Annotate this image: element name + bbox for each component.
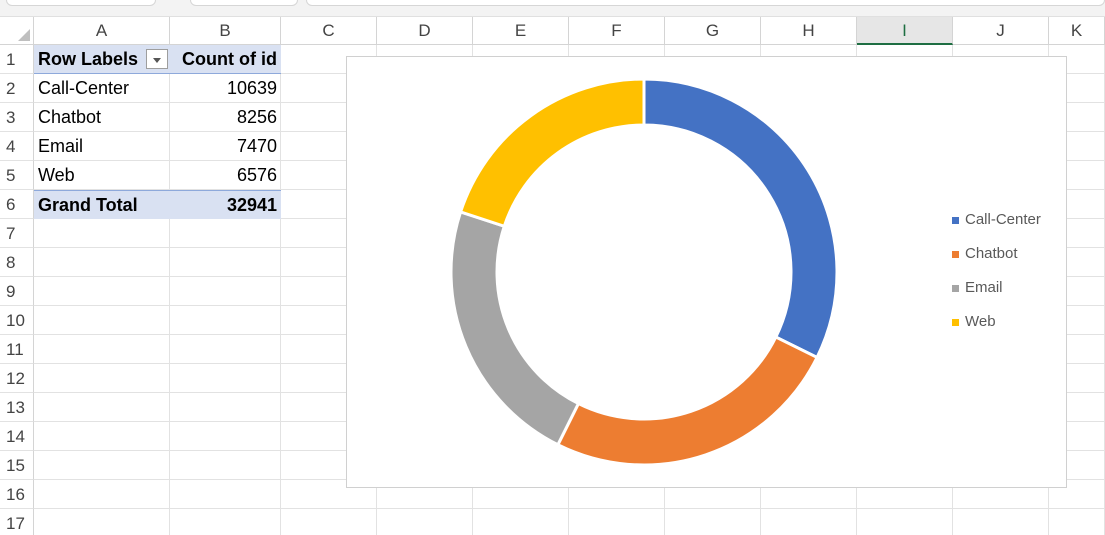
donut-slice-web[interactable] <box>458 77 646 229</box>
pivot-row-label[interactable]: Email <box>34 132 170 161</box>
legend-label: Web <box>965 313 996 330</box>
pivot-header-row-labels-text: Row Labels <box>38 49 139 69</box>
top-toolbar-strip <box>0 0 1105 17</box>
pivot-row-label[interactable]: Call-Center <box>34 74 170 103</box>
row-header-17[interactable]: 17 <box>0 509 34 535</box>
row-header-2[interactable]: 2 <box>0 74 34 103</box>
chart-legend[interactable]: Call-Center Chatbot Email Web <box>952 210 1041 346</box>
column-header-d[interactable]: D <box>377 17 473 45</box>
legend-swatch <box>952 285 959 292</box>
select-all-corner[interactable] <box>0 17 34 45</box>
row-header-3[interactable]: 3 <box>0 103 34 132</box>
row-gridline <box>34 508 1105 509</box>
legend-swatch <box>952 251 959 258</box>
column-header-k[interactable]: K <box>1049 17 1105 45</box>
pivot-grand-total-label[interactable]: Grand Total <box>34 190 170 219</box>
donut-slice-email[interactable] <box>449 210 581 447</box>
pivot-grand-total-value[interactable]: 32941 <box>170 190 281 219</box>
column-header-i[interactable]: I <box>857 17 953 45</box>
row-header-7[interactable]: 7 <box>0 219 34 248</box>
row-header-8[interactable]: 8 <box>0 248 34 277</box>
row-header-5[interactable]: 5 <box>0 161 34 190</box>
donut-slice-call-center[interactable] <box>642 77 839 360</box>
row-header-15[interactable]: 15 <box>0 451 34 480</box>
pivot-row-value[interactable]: 10639 <box>170 74 281 103</box>
pivot-row-value[interactable]: 6576 <box>170 161 281 190</box>
column-header-c[interactable]: C <box>281 17 377 45</box>
column-header-b[interactable]: B <box>170 17 281 45</box>
row-header-1[interactable]: 1 <box>0 45 34 74</box>
row-header-14[interactable]: 14 <box>0 422 34 451</box>
formula-controls[interactable] <box>190 0 298 6</box>
legend-item-chatbot[interactable]: Chatbot <box>952 244 1041 278</box>
row-header-16[interactable]: 16 <box>0 480 34 509</box>
legend-item-call-center[interactable]: Call-Center <box>952 210 1041 244</box>
legend-swatch <box>952 217 959 224</box>
column-header-a[interactable]: A <box>34 17 170 45</box>
legend-item-web[interactable]: Web <box>952 312 1041 346</box>
formula-bar[interactable] <box>306 0 1105 6</box>
row-header-11[interactable]: 11 <box>0 335 34 364</box>
pivot-row-value[interactable]: 8256 <box>170 103 281 132</box>
legend-label: Email <box>965 279 1003 296</box>
legend-item-email[interactable]: Email <box>952 278 1041 312</box>
column-header-f[interactable]: F <box>569 17 665 45</box>
pivot-row-label[interactable]: Chatbot <box>34 103 170 132</box>
row-header-4[interactable]: 4 <box>0 132 34 161</box>
name-box[interactable] <box>6 0 156 6</box>
row-header-6[interactable]: 6 <box>0 190 34 219</box>
legend-label: Chatbot <box>965 245 1018 262</box>
row-header-9[interactable]: 9 <box>0 277 34 306</box>
pivot-row-value[interactable]: 7470 <box>170 132 281 161</box>
legend-swatch <box>952 319 959 326</box>
donut-slice-chatbot[interactable] <box>555 335 820 467</box>
column-header-g[interactable]: G <box>665 17 761 45</box>
column-header-j[interactable]: J <box>953 17 1049 45</box>
row-header-12[interactable]: 12 <box>0 364 34 393</box>
pivot-row-label[interactable]: Web <box>34 161 170 190</box>
column-header-e[interactable]: E <box>473 17 569 45</box>
column-header-h[interactable]: H <box>761 17 857 45</box>
row-header-13[interactable]: 13 <box>0 393 34 422</box>
legend-label: Call-Center <box>965 211 1041 228</box>
row-header-10[interactable]: 10 <box>0 306 34 335</box>
filter-dropdown-button[interactable] <box>146 49 168 69</box>
pivot-header-count[interactable]: Count of id <box>170 45 281 74</box>
